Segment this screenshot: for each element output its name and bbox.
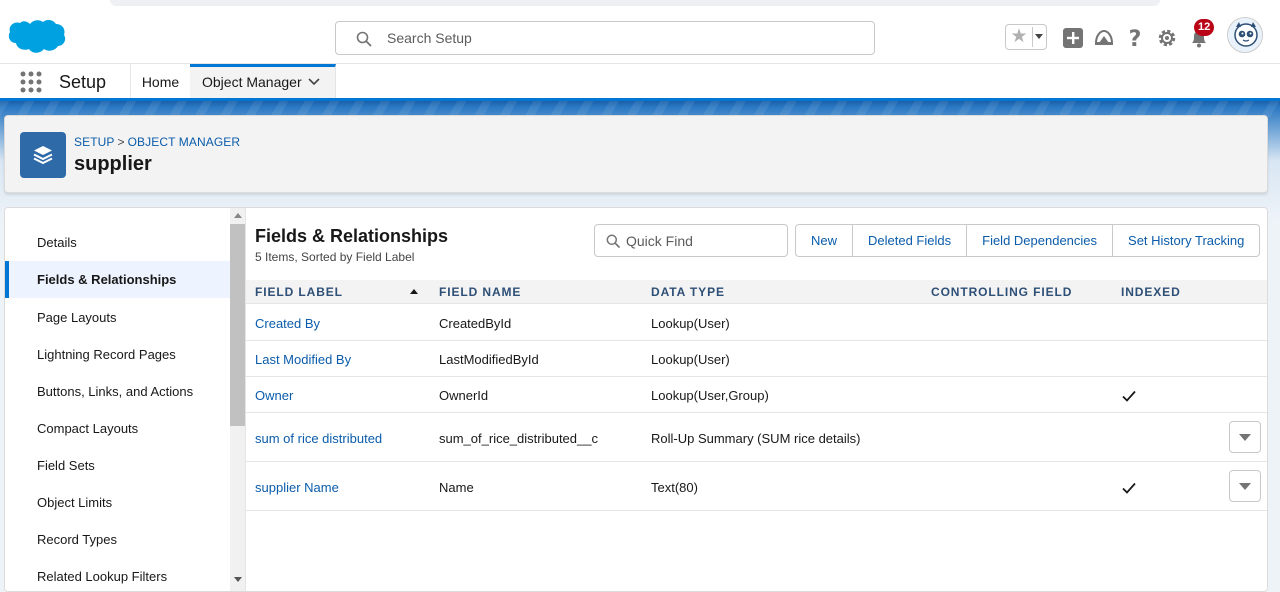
sidebar-item-page-layouts[interactable]: Page Layouts: [5, 299, 230, 336]
field-label-link[interactable]: supplier Name: [255, 480, 339, 495]
star-icon[interactable]: ★: [1008, 27, 1030, 47]
scroll-down-icon[interactable]: [234, 577, 242, 582]
object-sidebar: Details Fields & Relationships Page Layo…: [5, 208, 230, 591]
global-header: ★ ? 12: [0, 10, 1280, 64]
gear-icon[interactable]: [1156, 27, 1178, 49]
data-type: Text(80): [651, 480, 698, 495]
notification-badge: 12: [1194, 19, 1215, 36]
layers-icon: [33, 146, 53, 165]
sidebar-item-related-lookup-filters[interactable]: Related Lookup Filters: [5, 558, 230, 591]
table-row: sum of rice distributed sum_of_rice_dist…: [246, 413, 1267, 462]
trailhead-icon[interactable]: [1093, 27, 1115, 49]
data-type: Lookup(User,Group): [651, 388, 769, 403]
favorites-group: ★: [1005, 24, 1047, 50]
scroll-up-icon[interactable]: [234, 213, 242, 218]
field-name: OwnerId: [439, 388, 489, 403]
help-icon[interactable]: ?: [1124, 27, 1146, 49]
sidebar-item-buttons-links-actions[interactable]: Buttons, Links, and Actions: [5, 373, 230, 410]
set-history-tracking-button[interactable]: Set History Tracking: [1113, 225, 1259, 256]
browser-strip: [0, 0, 1280, 10]
table-row: supplier Name Name Text(80): [246, 462, 1267, 511]
sidebar-item-details[interactable]: Details: [5, 224, 230, 261]
row-actions-button[interactable]: [1229, 470, 1261, 502]
tab-object-manager-label: Object Manager: [202, 74, 302, 90]
quick-find-input[interactable]: [626, 231, 776, 251]
sidebar-item-object-limits[interactable]: Object Limits: [5, 484, 230, 521]
data-type: Lookup(User): [651, 352, 730, 367]
chevron-down-icon: [1035, 34, 1043, 39]
fields-content: Fields & Relationships 5 Items, Sorted b…: [245, 208, 1267, 591]
table-row: Last Modified By LastModifiedById Lookup…: [246, 341, 1267, 377]
section-subtitle: 5 Items, Sorted by Field Label: [255, 250, 415, 264]
table-row: Created By CreatedById Lookup(User): [246, 305, 1267, 341]
tab-home[interactable]: Home: [131, 64, 190, 98]
table-row: Owner OwnerId Lookup(User,Group): [246, 377, 1267, 413]
sort-ascending-icon[interactable]: [410, 289, 418, 294]
field-dependencies-button[interactable]: Field Dependencies: [967, 225, 1114, 256]
column-header-field-label[interactable]: FIELD LABEL: [255, 280, 343, 304]
indexed-check-icon: [1122, 482, 1136, 494]
action-button-group: New Deleted Fields Field Dependencies Se…: [795, 224, 1261, 257]
data-type: Lookup(User): [651, 316, 730, 331]
breadcrumb: SETUP > OBJECT MANAGER: [74, 135, 240, 149]
row-actions-button[interactable]: [1229, 421, 1261, 453]
column-header-controlling-field[interactable]: CONTROLLING FIELD: [931, 280, 1072, 304]
field-name: LastModifiedById: [439, 352, 539, 367]
search-icon: [606, 234, 620, 248]
indexed-check-icon: [1122, 390, 1136, 402]
field-name: CreatedById: [439, 316, 512, 331]
field-label-link[interactable]: Owner: [255, 388, 293, 403]
field-name: sum_of_rice_distributed__c: [439, 431, 598, 446]
favorites-dropdown[interactable]: [1032, 27, 1045, 47]
avatar[interactable]: [1227, 17, 1263, 53]
sidebar-item-fields-relationships[interactable]: Fields & Relationships: [5, 261, 230, 298]
app-launcher-icon[interactable]: [20, 71, 42, 93]
search-icon: [356, 31, 372, 47]
field-label-link[interactable]: sum of rice distributed: [255, 431, 382, 446]
breadcrumb-object-manager[interactable]: OBJECT MANAGER: [128, 135, 241, 149]
browser-address-bar: [110, 0, 1160, 6]
add-icon[interactable]: [1062, 27, 1084, 49]
sidebar-scrollbar[interactable]: [230, 208, 245, 591]
setup-search-input[interactable]: [387, 28, 857, 48]
breadcrumb-separator: >: [117, 135, 125, 149]
field-name: Name: [439, 480, 474, 495]
sidebar-item-compact-layouts[interactable]: Compact Layouts: [5, 410, 230, 447]
sidebar-item-lightning-record-pages[interactable]: Lightning Record Pages: [5, 336, 230, 373]
setup-search-box[interactable]: [335, 21, 875, 55]
page-header: SETUP > OBJECT MANAGER supplier: [4, 115, 1268, 193]
section-title: Fields & Relationships: [255, 226, 449, 246]
breadcrumb-setup[interactable]: SETUP: [74, 135, 115, 149]
object-icon: [20, 132, 66, 178]
column-header-indexed[interactable]: INDEXED: [1121, 280, 1181, 304]
new-button[interactable]: New: [796, 225, 854, 256]
astro-avatar-icon: [1228, 18, 1262, 52]
sidebar-item-field-sets[interactable]: Field Sets: [5, 447, 230, 484]
chevron-down-icon: [1239, 434, 1251, 441]
table-header: FIELD LABEL FIELD NAME DATA TYPE CONTROL…: [246, 280, 1267, 304]
app-name: Setup: [59, 72, 107, 92]
context-bar: Setup Home Object Manager: [0, 64, 1280, 101]
quick-find-box[interactable]: [594, 224, 788, 257]
sidebar-item-record-types[interactable]: Record Types: [5, 521, 230, 558]
column-header-field-name[interactable]: FIELD NAME: [439, 280, 521, 304]
column-header-data-type[interactable]: DATA TYPE: [651, 280, 725, 304]
page-title: supplier: [74, 153, 152, 175]
deleted-fields-button[interactable]: Deleted Fields: [853, 225, 968, 256]
scrollbar-thumb[interactable]: [230, 224, 245, 426]
tab-object-manager[interactable]: Object Manager: [190, 64, 336, 98]
chevron-down-icon[interactable]: [308, 78, 320, 86]
svg-text:?: ?: [1129, 27, 1142, 49]
field-label-link[interactable]: Created By: [255, 316, 320, 331]
field-label-link[interactable]: Last Modified By: [255, 352, 351, 367]
chevron-down-icon: [1239, 483, 1251, 490]
data-type: Roll-Up Summary (SUM rice details): [651, 431, 861, 446]
salesforce-logo[interactable]: [6, 18, 66, 58]
main-card: Details Fields & Relationships Page Layo…: [4, 207, 1268, 592]
